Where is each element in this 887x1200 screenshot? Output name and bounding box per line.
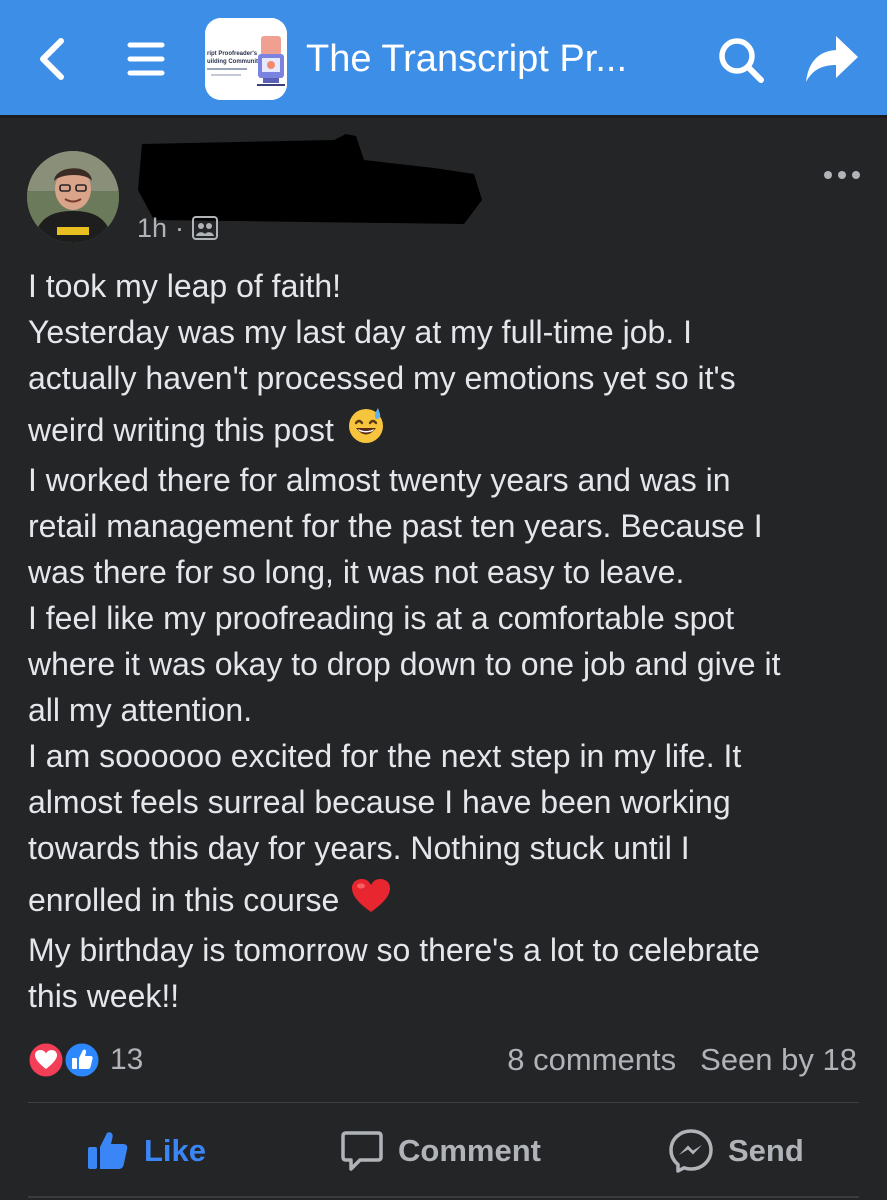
- avatar-photo: [27, 151, 119, 243]
- like-label: Like: [144, 1133, 207, 1168]
- reaction-summary[interactable]: 13: [26, 1040, 143, 1080]
- hamburger-menu-icon: [127, 42, 165, 76]
- chevron-left-icon: [40, 38, 64, 80]
- comment-button[interactable]: Comment: [340, 1120, 541, 1182]
- thumb-line-2: uilding Community: [207, 59, 262, 65]
- post-line: towards this day for years. Nothing stuc…: [28, 830, 690, 866]
- red-heart-emoji: [351, 876, 391, 930]
- post-line: actually haven't processed my emotions y…: [28, 360, 736, 396]
- love-reaction-icon: [26, 1040, 66, 1080]
- group-thumbnail[interactable]: ript Proofreader's uilding Community: [205, 18, 287, 100]
- share-arrow-icon: [806, 36, 858, 82]
- post-time[interactable]: 1h: [137, 213, 167, 244]
- thumbs-up-icon: [88, 1132, 128, 1169]
- comment-label: Comment: [398, 1133, 541, 1168]
- post-line: I worked there for almost twenty years a…: [28, 462, 731, 498]
- post-line: I took my leap of faith!: [28, 268, 342, 304]
- meta-separator: ·: [175, 212, 185, 243]
- app-header: ript Proofreader's uilding Community The…: [0, 0, 887, 118]
- post-line: I am soooooo excited for the next step i…: [28, 738, 742, 774]
- like-reaction-icon: [62, 1040, 102, 1080]
- comment-bubble-icon: [341, 1131, 383, 1171]
- post-line-with-emoji: enrolled in this course: [28, 871, 878, 927]
- post-line: was there for so long, it was not easy t…: [28, 554, 685, 590]
- group-logo-icon: ript Proofreader's uilding Community: [205, 18, 287, 100]
- seen-by-count[interactable]: Seen by 18: [700, 1042, 857, 1078]
- like-button[interactable]: Like: [86, 1120, 206, 1182]
- menu-button[interactable]: [122, 34, 170, 84]
- post-line-with-emoji: weird writing this post: [28, 401, 878, 457]
- group-audience-icon: [192, 216, 219, 240]
- post-meta: 1h ·: [137, 211, 219, 245]
- post-text: I took my leap of faith! Yesterday was m…: [28, 263, 878, 1019]
- reaction-count: 13: [110, 1043, 144, 1076]
- post-stats: 8 comments Seen by 18: [507, 1040, 857, 1080]
- search-icon: [719, 38, 764, 83]
- sweat-smile-emoji: [346, 405, 386, 461]
- post-line: I feel like my proofreading is at a comf…: [28, 600, 735, 636]
- group-title[interactable]: The Transcript Pr...: [306, 34, 686, 84]
- comments-count[interactable]: 8 comments: [507, 1042, 676, 1078]
- search-button[interactable]: [712, 32, 770, 88]
- messenger-icon: [669, 1129, 713, 1173]
- divider: [28, 1102, 859, 1103]
- back-button[interactable]: [30, 34, 74, 84]
- post-line: enrolled in this course: [28, 882, 340, 918]
- post-options-button[interactable]: [818, 160, 866, 190]
- send-label: Send: [728, 1133, 804, 1168]
- post-line: weird writing this post: [28, 412, 334, 448]
- post-line: almost feels surreal because I have been…: [28, 784, 731, 820]
- post-line: retail management for the past ten years…: [28, 508, 763, 544]
- post-actions: Like Comment Send: [0, 1120, 887, 1182]
- post-line: this week!!: [28, 978, 180, 1014]
- post-line: My birthday is tomorrow so there's a lot…: [28, 932, 760, 968]
- more-dots-icon: [824, 171, 860, 179]
- thumb-line-1: ript Proofreader's: [207, 51, 258, 57]
- bottom-divider: [28, 1196, 859, 1198]
- share-button[interactable]: [800, 30, 864, 88]
- post-line: Yesterday was my last day at my full-tim…: [28, 314, 692, 350]
- post-line: all my attention.: [28, 692, 253, 728]
- post-line: where it was okay to drop down to one jo…: [28, 646, 781, 682]
- author-avatar[interactable]: [27, 151, 119, 243]
- reaction-icons: [26, 1040, 102, 1080]
- send-button[interactable]: Send: [668, 1120, 804, 1182]
